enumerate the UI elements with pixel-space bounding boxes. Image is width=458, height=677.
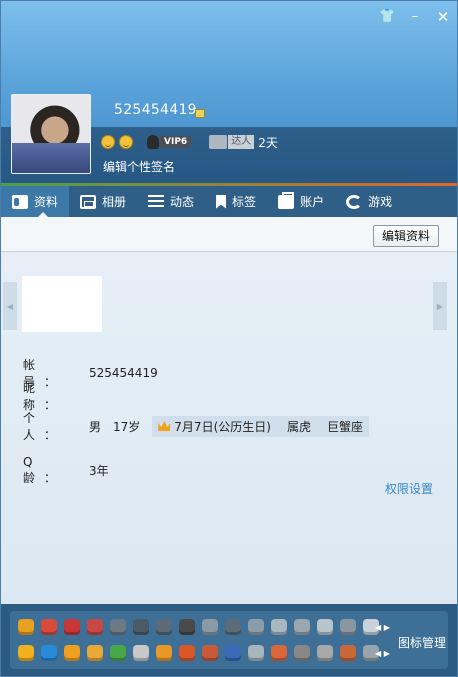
close-icon[interactable]: ✕: [435, 9, 451, 25]
avatar[interactable]: [11, 94, 91, 174]
shirt-icon[interactable]: 👕: [379, 9, 395, 25]
service-icons-bar: ◀ ▶ ◀ ▶ 图标管理: [1, 604, 457, 676]
service-icon[interactable]: [133, 645, 149, 661]
chevron-left-icon[interactable]: ◀: [3, 282, 17, 330]
edit-profile-button[interactable]: 编辑资料: [372, 225, 439, 247]
service-icon[interactable]: [41, 645, 57, 661]
permission-settings-link[interactable]: 权限设置: [385, 480, 433, 497]
service-icon[interactable]: [133, 619, 149, 635]
tab-account[interactable]: 账户: [267, 186, 335, 217]
personal-label: 个人：: [23, 411, 66, 442]
service-icon[interactable]: [87, 619, 103, 635]
qq-level-icon[interactable]: [195, 109, 205, 118]
tab-feed[interactable]: 动态: [137, 186, 205, 217]
service-icon[interactable]: [156, 619, 172, 635]
service-icon[interactable]: [271, 645, 287, 661]
tab-label: 动态: [170, 195, 195, 209]
feed-list-icon: [148, 194, 165, 209]
profile-card-icon: [12, 194, 28, 209]
service-icon[interactable]: [317, 645, 333, 661]
service-icon[interactable]: [64, 645, 80, 661]
service-icon[interactable]: [87, 645, 103, 661]
service-icon[interactable]: [317, 619, 333, 635]
service-icon[interactable]: [110, 619, 126, 635]
service-icon-row: [18, 619, 386, 635]
service-icon[interactable]: [156, 645, 172, 661]
account-value: 525454419: [89, 366, 158, 380]
service-icon[interactable]: [248, 619, 264, 635]
service-icon[interactable]: [179, 619, 195, 635]
smiley-level-icon[interactable]: [119, 135, 133, 149]
nickname-label: 昵称：: [23, 381, 66, 412]
tab-album[interactable]: 相册: [69, 186, 137, 217]
penguin-icon[interactable]: [147, 135, 159, 149]
qq-number: 525454419: [114, 102, 197, 118]
tab-tags[interactable]: 标签: [205, 186, 267, 217]
content-toolbar: 编辑资料: [1, 217, 457, 252]
age-value: 17岁: [113, 419, 141, 434]
service-icon[interactable]: [110, 645, 126, 661]
daren-days: 2天: [258, 135, 278, 150]
service-icon[interactable]: [225, 645, 241, 661]
icon-manage-link[interactable]: 图标管理: [398, 634, 446, 651]
tab-games[interactable]: 游戏: [335, 186, 403, 217]
tab-label: 资料: [34, 195, 59, 209]
tab-label: 标签: [232, 195, 257, 209]
constellation-value: 巨蟹座: [326, 419, 363, 434]
service-icon[interactable]: [248, 645, 264, 661]
badge-row: VIP6 达人 2天: [101, 134, 278, 150]
profile-window: 👕 – ✕ 525454419 VIP6 达人 2天 编辑个性签名 资料 相册: [0, 0, 458, 677]
daren-label[interactable]: 达人: [228, 135, 255, 149]
service-icon[interactable]: [340, 619, 356, 635]
signature-field[interactable]: 编辑个性签名: [103, 158, 175, 175]
profile-tabs: 资料 相册 动态 标签 账户 游戏: [1, 186, 457, 218]
service-icon[interactable]: [18, 645, 34, 661]
tab-label: 相册: [102, 195, 127, 209]
service-icon[interactable]: [179, 645, 195, 661]
qage-value: 3年: [89, 464, 109, 478]
service-icons-panel: ◀ ▶ ◀ ▶ 图标管理: [10, 611, 448, 669]
tab-profile[interactable]: 资料: [1, 186, 70, 218]
service-icon[interactable]: [64, 619, 80, 635]
service-icon[interactable]: [271, 619, 287, 635]
service-icon[interactable]: [18, 619, 34, 635]
vip-badge[interactable]: VIP6: [160, 136, 192, 148]
wallet-icon: [278, 191, 295, 209]
chevron-right-icon[interactable]: ▶: [433, 282, 447, 330]
personal-row: 个人： 男 17岁 7月7日(公历生日) 属虎 巨蟹座: [23, 409, 369, 443]
daren-icon[interactable]: [209, 135, 228, 149]
photo-slot[interactable]: [22, 276, 102, 332]
service-icon[interactable]: [340, 645, 356, 661]
profile-header: 👕 – ✕ 525454419 VIP6 达人 2天 编辑个性签名: [1, 1, 457, 184]
tab-label: 游戏: [368, 195, 393, 209]
crown-icon: [158, 421, 171, 431]
qage-row: Q龄： 3年: [23, 455, 109, 486]
nickname-row: 昵称：: [23, 379, 89, 413]
service-icon-row: [18, 645, 386, 661]
gender-value: 男: [89, 419, 102, 434]
service-icon[interactable]: [41, 619, 57, 635]
game-icon: [346, 194, 363, 209]
bookmark-icon: [216, 194, 227, 209]
service-icon[interactable]: [225, 619, 241, 635]
birthday-value: 7月7日(公历生日): [174, 419, 271, 434]
icon-row-pager[interactable]: ◀ ▶: [375, 623, 390, 632]
service-icon[interactable]: [294, 619, 310, 635]
profile-details: ◀ ▶ 帐号： 525454419 昵称： 个人： 男 17岁 7月7日(公历生…: [1, 252, 457, 604]
smiley-level-icon[interactable]: [101, 135, 115, 149]
service-icon[interactable]: [202, 619, 218, 635]
birthday-chip: 7月7日(公历生日) 属虎 巨蟹座: [152, 415, 369, 437]
photo-album-icon: [80, 194, 97, 209]
qage-label: Q龄：: [23, 455, 66, 485]
service-icon[interactable]: [202, 645, 218, 661]
service-icon[interactable]: [294, 645, 310, 661]
icon-row-pager[interactable]: ◀ ▶: [375, 649, 390, 658]
zodiac-value: 属虎: [286, 419, 311, 434]
tab-label: 账户: [300, 195, 325, 209]
minimize-icon[interactable]: –: [407, 9, 423, 25]
